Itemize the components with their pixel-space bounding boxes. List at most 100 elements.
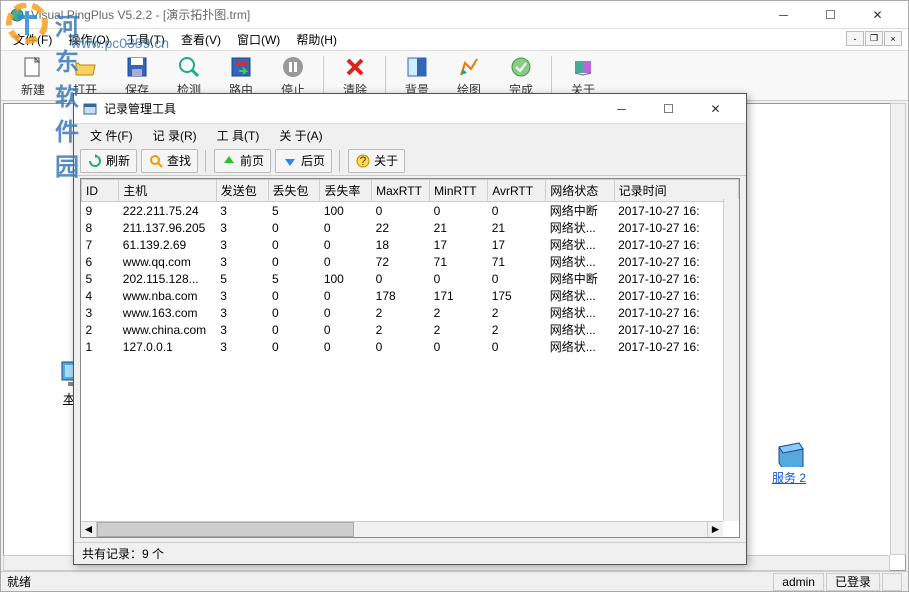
- dlg-tb-next[interactable]: 后页: [275, 149, 332, 173]
- table-row[interactable]: 6www.qq.com300727171网络状...2017-10-27 16:: [82, 253, 739, 270]
- table-row[interactable]: 8211.137.96.205300222121网络状...2017-10-27…: [82, 219, 739, 236]
- table-cell: 2: [372, 304, 430, 321]
- table-row[interactable]: 4www.nba.com300178171175网络状...2017-10-27…: [82, 287, 739, 304]
- table-cell: 0: [320, 219, 372, 236]
- dlg-minimize-button[interactable]: ─: [599, 96, 644, 122]
- table-cell: www.nba.com: [119, 287, 216, 304]
- maximize-button[interactable]: ☐: [808, 2, 853, 28]
- table-cell: 1: [82, 338, 119, 355]
- dlg-menu-record[interactable]: 记 录(R): [143, 125, 207, 146]
- save-icon: [125, 55, 149, 79]
- table-cell: 18: [372, 236, 430, 253]
- dialog-statusbar: 共有记录：9 个: [74, 542, 746, 564]
- table-cell: 0: [268, 304, 320, 321]
- table-cell: 3: [216, 219, 268, 236]
- table-row[interactable]: 5202.115.128...55100000网络中断2017-10-27 16…: [82, 270, 739, 287]
- table-cell: 4: [82, 287, 119, 304]
- table-cell: 网络中断: [546, 270, 614, 287]
- dlg-tb-refresh[interactable]: 刷新: [80, 149, 137, 173]
- table-cell: 0: [430, 202, 488, 220]
- col-header[interactable]: 记录时间: [614, 180, 738, 202]
- table-cell: 175: [488, 287, 546, 304]
- menu-help[interactable]: 帮助(H): [288, 29, 345, 50]
- col-header[interactable]: 丢失率: [320, 180, 372, 202]
- table-cell: 0: [488, 202, 546, 220]
- table-cell: 2: [488, 304, 546, 321]
- table-cell: www.163.com: [119, 304, 216, 321]
- table-hscroll[interactable]: ◄ ►: [81, 521, 723, 537]
- dlg-menu-tools[interactable]: 工 具(T): [207, 125, 270, 146]
- table-cell: 5: [268, 202, 320, 220]
- canvas-vscroll[interactable]: [890, 103, 906, 555]
- minimize-button[interactable]: ─: [761, 2, 806, 28]
- table-cell: 3: [216, 253, 268, 270]
- close-button[interactable]: ✕: [855, 2, 900, 28]
- table-cell: 2: [430, 304, 488, 321]
- col-header[interactable]: ID: [82, 180, 119, 202]
- table-cell: 0: [268, 338, 320, 355]
- dlg-tb-about[interactable]: ?关于: [348, 149, 405, 173]
- dlg-menu-file[interactable]: 文 件(F): [80, 125, 143, 146]
- mdi-restore[interactable]: ❐: [865, 31, 883, 46]
- dlg-tb-find[interactable]: 查找: [141, 149, 198, 173]
- bg-icon: [405, 55, 429, 79]
- table-vscroll[interactable]: [723, 199, 739, 521]
- table-cell: 网络状...: [546, 236, 614, 253]
- table-cell: 网络状...: [546, 287, 614, 304]
- dialog-menubar: 文 件(F) 记 录(R) 工 具(T) 关 于(A): [74, 124, 746, 146]
- table-row[interactable]: 9222.211.75.2435100000网络中断2017-10-27 16:: [82, 202, 739, 220]
- table-cell: 0: [268, 219, 320, 236]
- table-cell: 3: [82, 304, 119, 321]
- stop-icon: [281, 55, 305, 79]
- table-row[interactable]: 2www.china.com300222网络状...2017-10-27 16:: [82, 321, 739, 338]
- dlg-menu-about[interactable]: 关 于(A): [269, 125, 332, 146]
- table-cell: 2017-10-27 16:: [614, 236, 738, 253]
- table-cell: 2017-10-27 16:: [614, 219, 738, 236]
- menu-window[interactable]: 窗口(W): [229, 29, 288, 50]
- main-titlebar[interactable]: Visual PingPlus V5.2.2 - [演示拓扑图.trm] ─ ☐…: [1, 1, 908, 29]
- dlg-maximize-button[interactable]: ☐: [646, 96, 691, 122]
- menu-file[interactable]: 文件(F): [5, 29, 60, 50]
- table-cell: 211.137.96.205: [119, 219, 216, 236]
- menu-tools[interactable]: 工具(T): [118, 29, 173, 50]
- col-header[interactable]: MaxRTT: [372, 180, 430, 202]
- table-row[interactable]: 1127.0.0.1300000网络状...2017-10-27 16:: [82, 338, 739, 355]
- status-user: admin: [773, 573, 824, 591]
- table-row[interactable]: 3www.163.com300222网络状...2017-10-27 16:: [82, 304, 739, 321]
- col-header[interactable]: 网络状态: [546, 180, 614, 202]
- node-server-2[interactable]: 服务 2: [772, 439, 806, 486]
- col-header[interactable]: AvrRTT: [488, 180, 546, 202]
- mdi-close[interactable]: ×: [884, 31, 902, 46]
- col-header[interactable]: MinRTT: [430, 180, 488, 202]
- table-cell: 网络状...: [546, 253, 614, 270]
- table-row[interactable]: 761.139.2.69300181717网络状...2017-10-27 16…: [82, 236, 739, 253]
- col-header[interactable]: 丢失包: [268, 180, 320, 202]
- mdi-minimize[interactable]: -: [846, 31, 864, 46]
- dlg-status-text: 共有记录：9 个: [82, 545, 164, 562]
- dlg-tb-prev[interactable]: 前页: [214, 149, 271, 173]
- table-cell: 222.211.75.24: [119, 202, 216, 220]
- table-cell: www.china.com: [119, 321, 216, 338]
- table-cell: 178: [372, 287, 430, 304]
- table-cell: 2: [488, 321, 546, 338]
- table-cell: 0: [320, 236, 372, 253]
- table-cell: 71: [488, 253, 546, 270]
- col-header[interactable]: 发送包: [216, 180, 268, 202]
- tb-new[interactable]: 新建: [7, 53, 59, 99]
- help-icon: ?: [355, 153, 371, 169]
- dlg-close-button[interactable]: ✕: [693, 96, 738, 122]
- table-cell: 网络状...: [546, 338, 614, 355]
- table-cell: 网络状...: [546, 321, 614, 338]
- table-cell: 2: [82, 321, 119, 338]
- menu-view[interactable]: 查看(V): [173, 29, 229, 50]
- col-header[interactable]: 主机: [119, 180, 216, 202]
- table-cell: 21: [430, 219, 488, 236]
- menu-operate[interactable]: 操作(O): [60, 29, 117, 50]
- table-cell: 0: [320, 321, 372, 338]
- records-table[interactable]: ID主机发送包丢失包丢失率MaxRTTMinRTTAvrRTT网络状态记录时间 …: [81, 179, 739, 355]
- table-cell: 17: [488, 236, 546, 253]
- table-cell: 0: [372, 338, 430, 355]
- server-icon: [773, 439, 805, 467]
- table-cell: 100: [320, 270, 372, 287]
- dialog-titlebar[interactable]: 记录管理工具 ─ ☐ ✕: [74, 94, 746, 124]
